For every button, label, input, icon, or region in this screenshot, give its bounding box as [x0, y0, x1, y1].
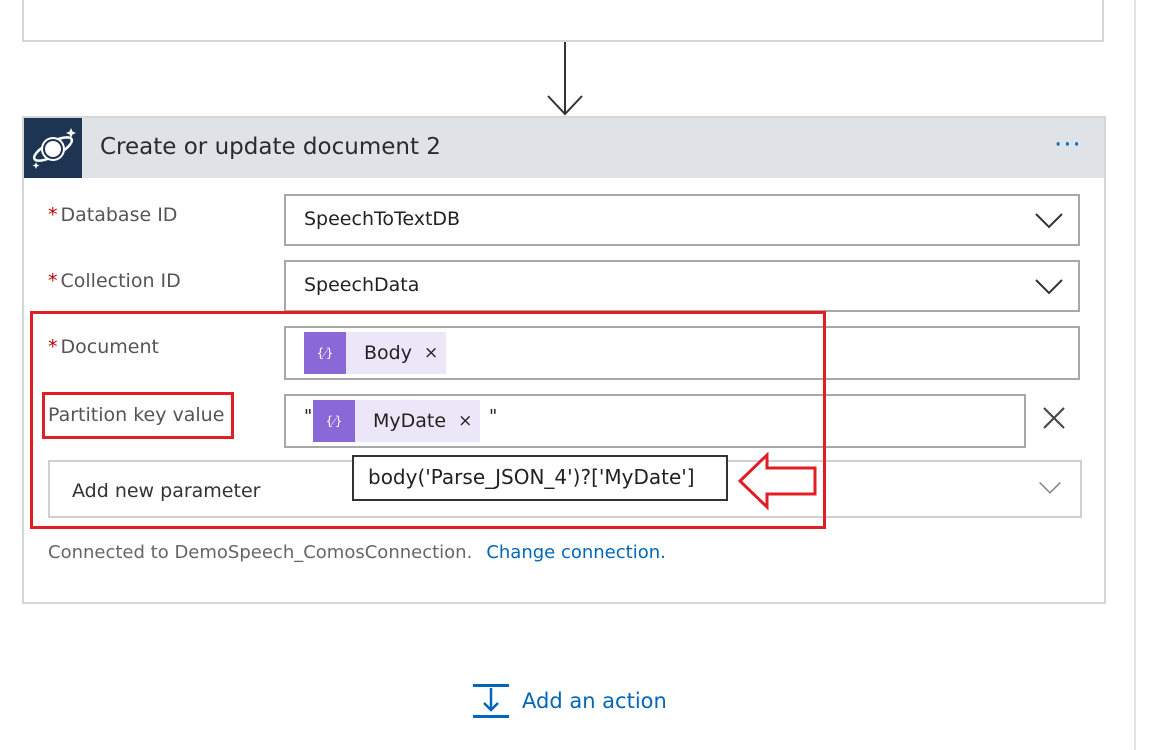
action-card: Create or update document 2 ··· * Databas…	[22, 116, 1106, 604]
token-label: Body	[364, 342, 412, 364]
change-connection-link[interactable]: Change connection.	[486, 542, 666, 563]
cosmos-db-planet-icon	[24, 118, 82, 178]
chevron-down-icon[interactable]	[1034, 277, 1064, 297]
mydate-token[interactable]: {⁄} MyDate ×	[313, 400, 481, 442]
expression-tooltip: body('Parse_JSON_4')?['MyDate']	[352, 455, 728, 501]
expression-icon: {⁄}	[313, 400, 355, 442]
collection-id-dropdown[interactable]: SpeechData	[284, 260, 1080, 312]
document-label: * Document	[48, 336, 159, 358]
collection-id-value: SpeechData	[304, 274, 420, 296]
add-new-parameter-label: Add new parameter	[72, 480, 261, 502]
card-title[interactable]: Create or update document 2	[100, 134, 441, 160]
remove-token-icon[interactable]: ×	[424, 343, 438, 363]
quote-open: "	[304, 406, 313, 427]
body-token[interactable]: {⁄} Body ×	[304, 332, 447, 374]
required-marker: *	[48, 204, 58, 226]
card-header[interactable]: Create or update document 2 ···	[24, 118, 1104, 178]
remove-token-icon[interactable]: ×	[458, 411, 472, 431]
connection-text: Connected to DemoSpeech_ComosConnection.	[48, 542, 473, 563]
scrollbar-track[interactable]	[1134, 0, 1136, 750]
more-options-icon[interactable]: ···	[1054, 130, 1082, 160]
token-label: MyDate	[373, 410, 447, 432]
partition-key-input[interactable]: " {⁄} MyDate × "	[284, 394, 1026, 448]
required-marker: *	[48, 336, 58, 358]
database-id-dropdown[interactable]: SpeechToTextDB	[284, 194, 1080, 246]
chevron-down-icon[interactable]	[1038, 480, 1062, 496]
previous-step-card[interactable]	[22, 0, 1104, 42]
required-marker: *	[48, 270, 58, 292]
partition-key-label: Partition key value	[48, 404, 225, 426]
add-action-button[interactable]: Add an action	[472, 683, 667, 719]
collection-id-label: * Collection ID	[48, 270, 181, 292]
red-arrow-left-icon	[737, 452, 817, 510]
document-input[interactable]: {⁄} Body ×	[284, 326, 1080, 380]
chevron-down-icon[interactable]	[1034, 211, 1064, 231]
add-action-icon	[473, 684, 509, 718]
arrow-down-icon	[547, 42, 583, 116]
quote-close: "	[489, 406, 498, 427]
connection-info: Connected to DemoSpeech_ComosConnection.…	[48, 542, 666, 563]
expression-icon: {⁄}	[304, 332, 346, 374]
close-icon[interactable]	[1042, 406, 1066, 430]
add-action-label: Add an action	[522, 689, 667, 713]
database-id-label: * Database ID	[48, 204, 178, 226]
database-id-value: SpeechToTextDB	[304, 208, 461, 230]
